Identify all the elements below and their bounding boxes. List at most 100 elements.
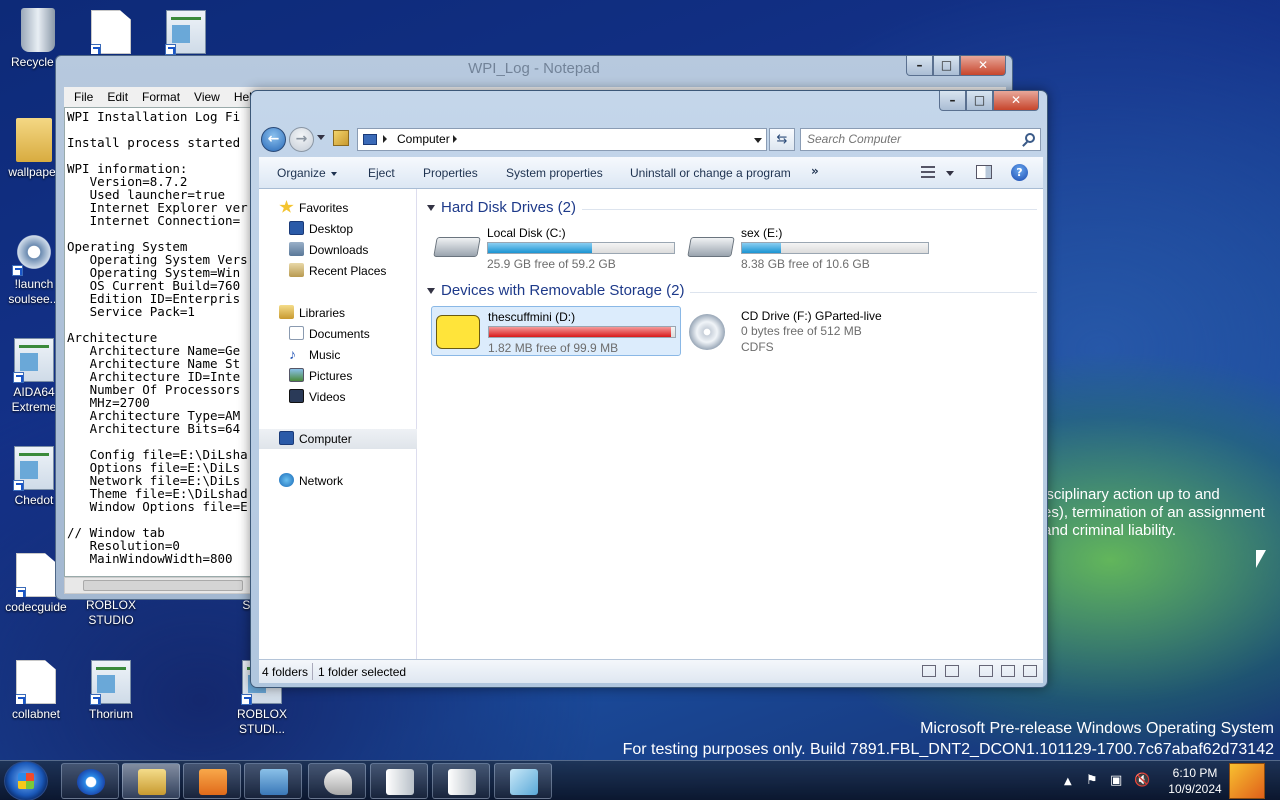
drive-cd-f[interactable]: CD Drive (F:) GParted-live 0 bytes free … [685, 306, 935, 362]
notice-line: isciplinary action up to and [1043, 486, 1220, 503]
explorer-window[interactable]: – □ ✕ ← → Computer ⇆ Organize Eject Prop… [250, 90, 1048, 688]
nav-item-favorites[interactable]: Favorites [259, 198, 417, 218]
start-button[interactable] [4, 761, 48, 800]
taskbar: ▲ ⚑ ▣ 🔇 6:10 PM 10/9/2024 [0, 760, 1280, 800]
taskbar-control-panel[interactable] [244, 763, 302, 799]
organize-button[interactable]: Organize [277, 166, 337, 180]
system-clock[interactable]: 6:10 PM 10/9/2024 [1160, 765, 1230, 797]
hard-drive-icon [687, 237, 735, 257]
drive-local-disk-c[interactable]: Local Disk (C:) 25.9 GB free of 59.2 GB [431, 223, 681, 273]
eject-button[interactable]: Eject [368, 166, 395, 180]
nav-item-computer[interactable]: Computer [259, 429, 417, 449]
details-view-icon[interactable] [922, 665, 936, 677]
nav-item-documents[interactable]: Documents [259, 324, 417, 344]
drive-free-space: 1.82 MB free of 99.9 MB [488, 341, 619, 355]
action-center-flag-icon[interactable]: ⚑ [1086, 773, 1098, 788]
nav-item-libraries[interactable]: Libraries [259, 303, 417, 323]
drive-usage-bar [487, 242, 675, 254]
nav-item-desktop[interactable]: Desktop [259, 219, 417, 239]
recent-pages-dropdown-icon[interactable] [317, 135, 325, 140]
chevron-down-icon[interactable] [946, 171, 954, 176]
group-header-hard-disk-drives[interactable]: Hard Disk Drives (2) [427, 199, 576, 216]
scrollbar-thumb[interactable] [83, 580, 243, 591]
drive-sex-e[interactable]: sex (E:) 8.38 GB free of 10.6 GB [685, 223, 935, 273]
drive-name: thescuffmini (D:) [488, 310, 576, 324]
taskbar-internet-explorer[interactable] [61, 763, 119, 799]
recycle-bin-icon [21, 8, 55, 52]
background-notice-text: isciplinary action up to and es), termin… [1043, 486, 1265, 540]
group-header-removable-storage[interactable]: Devices with Removable Storage (2) [427, 282, 684, 299]
system-properties-button[interactable]: System properties [506, 166, 603, 180]
up-folder-icon[interactable] [333, 130, 349, 146]
nav-item-music[interactable]: ♪ Music [259, 345, 417, 365]
properties-button[interactable]: Properties [423, 166, 478, 180]
nav-item-videos[interactable]: Videos [259, 387, 417, 407]
close-button[interactable]: ✕ [960, 56, 1006, 76]
breadcrumb-separator-icon[interactable] [453, 135, 457, 143]
menu-edit[interactable]: Edit [101, 87, 136, 107]
help-icon[interactable]: ? [1011, 164, 1028, 181]
nav-item-network[interactable]: Network [259, 471, 417, 491]
control-panel-icon [260, 769, 288, 795]
nav-item-recent-places[interactable]: Recent Places [259, 261, 417, 281]
desktop-icon-thorium[interactable]: Thorium [73, 660, 149, 722]
desktop-icon-app[interactable] [148, 10, 224, 57]
change-view-icon[interactable] [921, 166, 935, 178]
search-box[interactable] [800, 128, 1041, 151]
taskbar-media-player[interactable] [183, 763, 241, 799]
desktop-icon-doc[interactable] [73, 10, 149, 57]
taskbar-app[interactable] [308, 763, 366, 799]
taskbar-notepad[interactable] [494, 763, 552, 799]
show-hidden-icons-icon[interactable]: ▲ [1064, 776, 1072, 787]
recent-places-icon [289, 263, 304, 277]
clock-time: 6:10 PM [1172, 766, 1218, 780]
desktop-icon-roblox-studio[interactable]: ROBLOX STUDIO [73, 598, 149, 628]
taskbar-windows-explorer[interactable] [122, 763, 180, 799]
collapse-arrow-icon [427, 288, 435, 295]
more-commands-button[interactable]: » [811, 164, 819, 178]
maximize-button[interactable]: □ [933, 56, 960, 76]
minimize-button[interactable]: – [906, 56, 933, 76]
status-divider [312, 663, 313, 680]
preview-view-icon[interactable] [1001, 665, 1015, 677]
uninstall-program-button[interactable]: Uninstall or change a program [630, 166, 791, 180]
close-button[interactable]: ✕ [993, 91, 1039, 111]
refresh-button[interactable]: ⇆ [769, 128, 795, 151]
volume-muted-icon[interactable]: 🔇 [1134, 773, 1150, 788]
internet-explorer-icon [77, 769, 105, 795]
nav-item-downloads[interactable]: Downloads [259, 240, 417, 260]
application-icon [165, 10, 206, 55]
notepad-window-buttons: – □ ✕ [906, 56, 1006, 76]
minimize-button[interactable]: – [939, 91, 966, 111]
large-icons-view-icon[interactable] [945, 665, 959, 677]
drive-name: CD Drive (F:) GParted-live [741, 309, 882, 323]
details-pane-view-icon[interactable] [1023, 665, 1037, 677]
breadcrumb-separator-icon[interactable] [383, 135, 387, 143]
drive-thescuffmini-d[interactable]: thescuffmini (D:) 1.82 MB free of 99.9 M… [431, 306, 681, 356]
forward-button[interactable]: → [289, 127, 314, 152]
layout-view-icon[interactable] [979, 665, 993, 677]
taskbar-app-2[interactable] [370, 763, 428, 799]
network-tray-icon[interactable]: ▣ [1110, 773, 1122, 788]
menu-format[interactable]: Format [136, 87, 188, 107]
application-icon [324, 769, 352, 795]
search-icon[interactable] [1025, 133, 1035, 143]
address-bar[interactable]: Computer [357, 128, 767, 151]
address-dropdown-icon[interactable] [754, 138, 762, 143]
application-icon [13, 338, 54, 383]
drive-filesystem: CDFS [741, 340, 774, 354]
menu-file[interactable]: File [68, 87, 101, 107]
desktop-icon-collabnet[interactable]: collabnet [0, 660, 74, 722]
nav-item-pictures[interactable]: Pictures [259, 366, 417, 386]
taskbar-app-3[interactable] [432, 763, 490, 799]
search-input[interactable] [801, 129, 1011, 149]
preview-pane-icon[interactable] [976, 165, 992, 179]
breadcrumb-computer[interactable]: Computer [397, 132, 450, 146]
nav-label: Music [309, 348, 341, 362]
media-player-icon [199, 769, 227, 795]
maximize-button[interactable]: □ [966, 91, 993, 111]
back-button[interactable]: ← [261, 127, 286, 152]
menu-view[interactable]: View [188, 87, 228, 107]
nav-label: Favorites [299, 201, 349, 215]
show-desktop-button[interactable] [1229, 763, 1265, 799]
